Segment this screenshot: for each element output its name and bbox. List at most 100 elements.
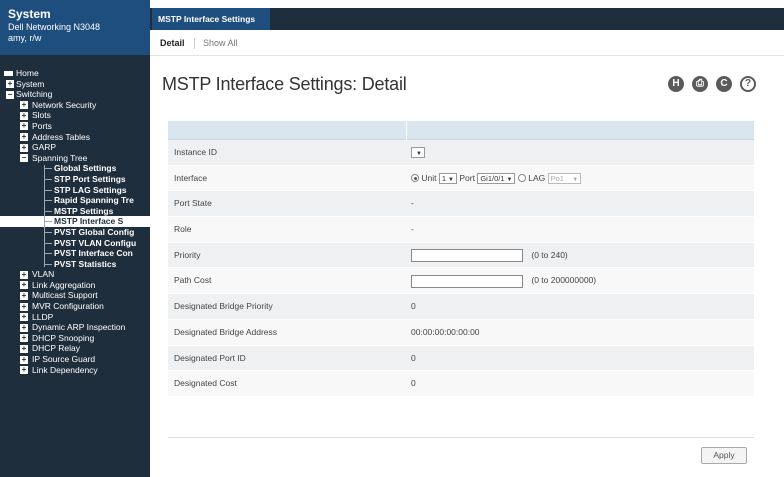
expand-icon[interactable]: + bbox=[20, 355, 28, 364]
nav-item-dynamic-arp-inspection[interactable]: + Dynamic ARP Inspection bbox=[0, 322, 150, 333]
role-label: Role bbox=[174, 224, 192, 235]
instance-id-label: Instance ID bbox=[174, 147, 217, 157]
row-path-cost: Path Cost (0 to 200000000) bbox=[168, 268, 754, 295]
nav-label: MSTP Interface S bbox=[54, 216, 124, 227]
system-header: System Dell Networking N3048 amy, r/w bbox=[0, 0, 150, 55]
nav-item-global-settings[interactable]: Global Settings bbox=[0, 163, 150, 174]
nav-item-link-aggregation[interactable]: + Link Aggregation bbox=[0, 280, 150, 291]
nav-item-home[interactable]: Home bbox=[0, 68, 150, 79]
nav-item-switching[interactable]: − Switching bbox=[0, 89, 150, 100]
nav-item-rapid-spanning-tre[interactable]: Rapid Spanning Tre bbox=[0, 195, 150, 206]
expand-icon[interactable]: + bbox=[20, 101, 28, 110]
nav-item-mstp-settings[interactable]: MSTP Settings bbox=[0, 206, 150, 217]
nav-tree: Home + System − Switching + Network Security + S… bbox=[0, 68, 150, 375]
question-icon[interactable]: ? bbox=[740, 76, 756, 92]
designated-port-id-label: Designated Port ID bbox=[174, 352, 246, 363]
expand-icon[interactable]: + bbox=[20, 344, 28, 353]
apply-button[interactable]: Apply bbox=[701, 447, 747, 464]
path-cost-hint: (0 to 200000000) bbox=[531, 275, 597, 286]
expand-icon[interactable]: + bbox=[20, 291, 28, 300]
path-cost-input[interactable] bbox=[411, 274, 523, 288]
nav-label: IP Source Guard bbox=[32, 354, 96, 365]
collapse-icon[interactable]: − bbox=[20, 154, 28, 163]
role-value: - bbox=[411, 224, 414, 235]
help-h-icon[interactable]: H bbox=[668, 76, 684, 92]
expand-icon[interactable]: + bbox=[20, 270, 28, 279]
expand-icon[interactable]: + bbox=[20, 302, 28, 311]
expand-icon[interactable]: + bbox=[20, 143, 28, 152]
port-state-value: - bbox=[411, 198, 414, 209]
print-icon[interactable]: ⎙ bbox=[692, 76, 708, 92]
nav-label: PVST VLAN Configu bbox=[54, 237, 137, 248]
row-port-state: Port State - bbox=[168, 191, 754, 218]
nav-item-address-tables[interactable]: + Address Tables bbox=[0, 132, 150, 143]
unit-radio[interactable] bbox=[411, 174, 419, 183]
tab-mstp-interface-settings[interactable]: MSTP Interface Settings bbox=[152, 8, 270, 30]
priority-hint: (0 to 240) bbox=[531, 249, 568, 260]
nav-item-link-dependency[interactable]: + Link Dependency bbox=[0, 365, 150, 376]
expand-icon[interactable]: + bbox=[20, 334, 28, 343]
expand-icon[interactable]: + bbox=[6, 80, 14, 89]
system-title: System bbox=[8, 7, 51, 21]
nav-item-mvr-configuration[interactable]: + MVR Configuration bbox=[0, 301, 150, 312]
nav-item-multicast-support[interactable]: + Multicast Support bbox=[0, 290, 150, 301]
nav-label: PVST Global Config bbox=[54, 226, 135, 237]
mstp-interface-form: Instance ID ▼ Interface Unit 1 ▼ Port Gi1… bbox=[168, 121, 754, 397]
nav-item-stp-lag-settings[interactable]: STP LAG Settings bbox=[0, 185, 150, 196]
nav-label: STP LAG Settings bbox=[54, 184, 127, 195]
subtab-detail[interactable]: Detail bbox=[160, 38, 185, 48]
nav-item-system[interactable]: + System bbox=[0, 79, 150, 90]
designated-cost-value: 0 bbox=[411, 378, 416, 389]
subtab-show-all[interactable]: Show All bbox=[203, 38, 238, 48]
nav-label: STP Port Settings bbox=[54, 173, 126, 184]
nav-item-slots[interactable]: + Slots bbox=[0, 110, 150, 121]
sub-tab-bar: Detail Show All bbox=[150, 30, 784, 56]
collapse-icon[interactable]: − bbox=[6, 90, 14, 99]
lag-radio[interactable] bbox=[517, 174, 526, 183]
nav-item-ports[interactable]: + Ports bbox=[0, 121, 150, 132]
expand-icon[interactable]: + bbox=[20, 323, 28, 332]
nav-label: Ports bbox=[32, 120, 52, 131]
expand-icon[interactable]: + bbox=[20, 111, 28, 120]
nav-item-vlan[interactable]: + VLAN bbox=[0, 269, 150, 280]
subtab-divider bbox=[194, 38, 195, 49]
expand-icon[interactable]: + bbox=[20, 366, 28, 375]
port-select[interactable]: Gi1/0/1 ▼ bbox=[477, 172, 516, 184]
expand-icon[interactable]: + bbox=[20, 281, 28, 290]
row-interface: Interface Unit 1 ▼ Port Gi1/0/1 ▼ LAG Po1 … bbox=[168, 165, 754, 192]
nav-item-garp[interactable]: + GARP bbox=[0, 142, 150, 153]
expand-icon[interactable]: + bbox=[20, 133, 28, 142]
sidebar: System Dell Networking N3048 amy, r/w Ho… bbox=[0, 0, 150, 477]
page-title: MSTP Interface Settings: Detail bbox=[162, 74, 407, 94]
nav-label: Link Dependency bbox=[32, 364, 98, 375]
chevron-down-icon: ▼ bbox=[572, 176, 579, 183]
nav-item-network-security[interactable]: + Network Security bbox=[0, 100, 150, 111]
nav-item-ip-source-guard[interactable]: + IP Source Guard bbox=[0, 354, 150, 365]
nav-item-mstp-interface-s[interactable]: MSTP Interface S bbox=[0, 216, 150, 227]
nav-item-spanning-tree[interactable]: − Spanning Tree bbox=[0, 153, 150, 164]
expand-icon[interactable]: + bbox=[20, 122, 28, 131]
nav-item-pvst-interface-con[interactable]: PVST Interface Con bbox=[0, 248, 150, 259]
nav-item-pvst-global-config[interactable]: PVST Global Config bbox=[0, 227, 150, 238]
nav-item-dhcp-relay[interactable]: + DHCP Relay bbox=[0, 343, 150, 354]
priority-input[interactable] bbox=[411, 249, 523, 263]
designated-bridge-address-label: Designated Bridge Address bbox=[174, 326, 278, 337]
nav-label: System bbox=[16, 78, 45, 89]
nav-label: MVR Configuration bbox=[32, 301, 104, 312]
nav-label: Slots bbox=[32, 110, 51, 121]
refresh-icon[interactable]: C bbox=[716, 76, 732, 92]
nav-label: Network Security bbox=[32, 99, 97, 110]
instance-id-select[interactable]: ▼ bbox=[411, 147, 425, 159]
lag-select[interactable]: Po1 ▼ bbox=[547, 172, 582, 184]
nav-item-pvst-vlan-configu[interactable]: PVST VLAN Configu bbox=[0, 238, 150, 249]
nav-item-dhcp-snooping[interactable]: + DHCP Snooping bbox=[0, 333, 150, 344]
nav-item-pvst-statistics[interactable]: PVST Statistics bbox=[0, 259, 150, 270]
nav-item-stp-port-settings[interactable]: STP Port Settings bbox=[0, 174, 150, 185]
nav-label: Switching bbox=[16, 89, 53, 100]
path-cost-label: Path Cost bbox=[174, 275, 212, 286]
unit-select[interactable]: 1 ▼ bbox=[438, 172, 457, 184]
nav-item-lldp[interactable]: + LLDP bbox=[0, 312, 150, 323]
expand-icon[interactable]: + bbox=[20, 313, 28, 322]
nav-label: PVST Interface Con bbox=[54, 248, 133, 259]
designated-port-id-value: 0 bbox=[411, 352, 416, 363]
